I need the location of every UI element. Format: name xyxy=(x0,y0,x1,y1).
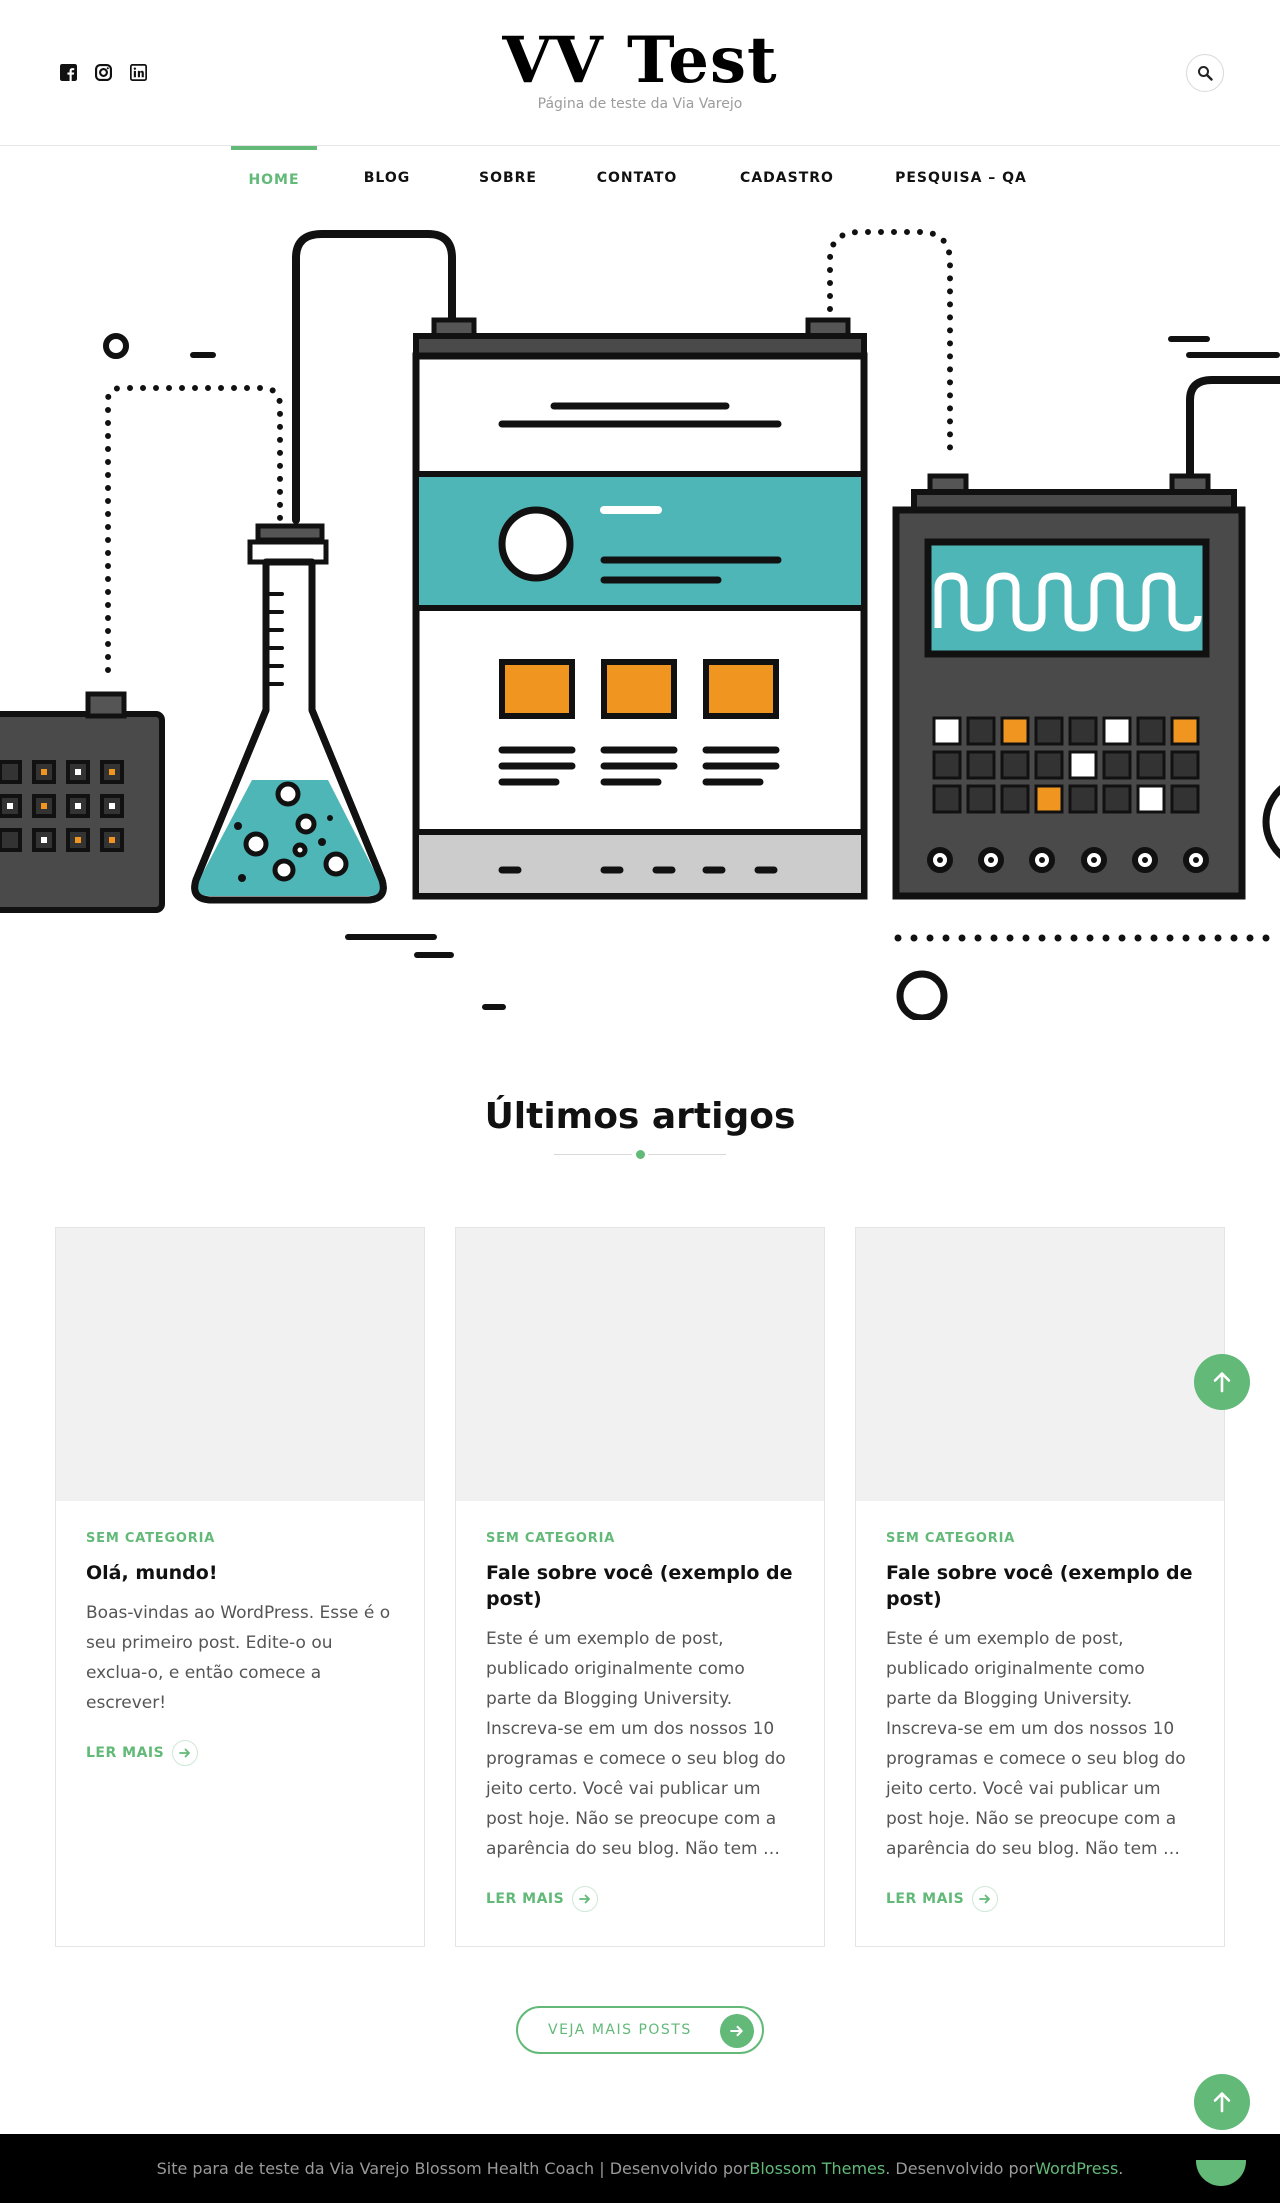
search-icon xyxy=(1198,66,1213,81)
nav-item-home[interactable]: HOME xyxy=(231,146,317,210)
post-card: SEM CATEGORIA Fale sobre você (exemplo d… xyxy=(855,1227,1225,1947)
main-navigation: HOME BLOG SOBRE CONTATO CADASTRO PESQUIS… xyxy=(0,146,1280,210)
footer-text: Site para de teste da Via Varejo Blossom… xyxy=(156,2159,750,2178)
post-thumbnail[interactable] xyxy=(456,1228,824,1501)
footer-badge xyxy=(1196,2160,1246,2186)
back-to-top-button[interactable] xyxy=(1194,2074,1250,2130)
post-category[interactable]: SEM CATEGORIA xyxy=(886,1531,1194,1546)
hero-banner xyxy=(0,210,1280,1020)
post-category[interactable]: SEM CATEGORIA xyxy=(486,1531,794,1546)
site-header: VV Test Página de teste da Via Varejo xyxy=(0,0,1280,146)
footer-link-wordpress[interactable]: WordPress xyxy=(1035,2159,1118,2178)
arrow-right-icon xyxy=(972,1886,999,1912)
post-excerpt: Este é um exemplo de post, publicado ori… xyxy=(486,1629,786,1859)
post-excerpt: Boas-vindas ao WordPress. Esse é o seu p… xyxy=(86,1603,391,1713)
hero-illustration xyxy=(0,229,1280,1020)
read-more-label: LER MAIS xyxy=(86,1745,165,1761)
section-title: Últimos artigos xyxy=(484,1096,796,1137)
arrow-right-icon xyxy=(172,1740,199,1766)
more-posts-label: VEJA MAIS POSTS xyxy=(548,2022,692,2038)
read-more-link[interactable]: LER MAIS xyxy=(486,1886,794,1912)
site-description: Página de teste da Via Varejo xyxy=(537,96,743,112)
nav-item-sobre[interactable]: SOBRE xyxy=(466,146,550,210)
title-separator xyxy=(554,1148,726,1162)
post-thumbnail[interactable] xyxy=(856,1228,1224,1501)
site-branding: VV Test Página de teste da Via Varejo xyxy=(0,26,1280,113)
read-more-label: LER MAIS xyxy=(886,1891,965,1907)
arrow-up-icon xyxy=(1213,2092,1231,2113)
nav-item-contato[interactable]: CONTATO xyxy=(588,146,686,210)
site-footer: Site para de teste da Via Varejo Blossom… xyxy=(0,2134,1280,2203)
read-more-link[interactable]: LER MAIS xyxy=(886,1886,1194,1912)
post-excerpt: Este é um exemplo de post, publicado ori… xyxy=(886,1629,1186,1859)
arrow-right-icon xyxy=(720,2014,754,2048)
nav-item-cadastro[interactable]: CADASTRO xyxy=(732,146,842,210)
footer-text-middle: . Desenvolvido por xyxy=(885,2159,1036,2178)
site-title[interactable]: VV Test xyxy=(0,26,1280,96)
post-card: SEM CATEGORIA Olá, mundo! Boas-vindas ao… xyxy=(55,1227,425,1947)
post-thumbnail[interactable] xyxy=(56,1228,424,1501)
nav-item-pesquisa-qa[interactable]: PESQUISA – QA xyxy=(888,146,1034,210)
arrow-up-icon xyxy=(1213,1372,1231,1393)
post-title[interactable]: Fale sobre você (exemplo de post) xyxy=(486,1560,794,1612)
read-more-label: LER MAIS xyxy=(486,1891,565,1907)
footer-link-blossom-themes[interactable]: Blossom Themes xyxy=(749,2159,885,2178)
search-button[interactable] xyxy=(1186,54,1224,92)
post-title[interactable]: Fale sobre você (exemplo de post) xyxy=(886,1560,1194,1612)
footer-text-suffix: . xyxy=(1118,2159,1124,2178)
post-title[interactable]: Olá, mundo! xyxy=(86,1560,394,1586)
read-more-link[interactable]: LER MAIS xyxy=(86,1740,394,1766)
post-card: SEM CATEGORIA Fale sobre você (exemplo d… xyxy=(455,1227,825,1947)
nav-item-blog[interactable]: BLOG xyxy=(352,146,422,210)
back-to-top-button[interactable] xyxy=(1194,1354,1250,1410)
post-category[interactable]: SEM CATEGORIA xyxy=(86,1531,394,1546)
arrow-right-icon xyxy=(572,1886,599,1912)
more-posts-button[interactable]: VEJA MAIS POSTS xyxy=(516,2006,764,2054)
